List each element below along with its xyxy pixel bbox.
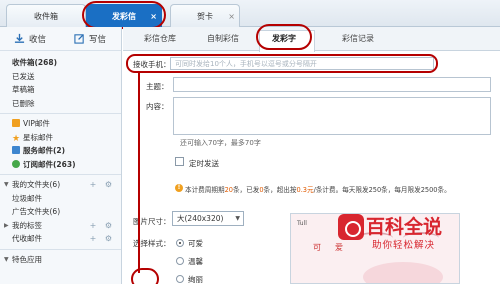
content-textarea[interactable] xyxy=(173,97,491,135)
watermark-subtitle: 助你轻松解决 xyxy=(372,240,436,251)
sidebar-item-inbox[interactable]: 收件箱(268) xyxy=(0,56,121,70)
sidebar-item-label: 订阅邮件(263) xyxy=(23,159,76,169)
sidebar-item-subscribe[interactable]: 订阅邮件(263) xyxy=(0,158,121,172)
sidebar-item-ads[interactable]: 广告文件夹(6) xyxy=(0,205,121,219)
sidebar: 收信 写信 收件箱(268) 已发送 草稿箱 已删除 VIP邮件 ★ 星标邮件 服… xyxy=(0,27,122,284)
tag-tools-icon[interactable]: + ⚙ xyxy=(90,219,115,233)
folder-tools-icon[interactable]: + ⚙ xyxy=(90,178,115,192)
vip-icon xyxy=(12,119,20,127)
edit-icon xyxy=(74,34,84,44)
sidebar-item-agent[interactable]: 代收邮件 + ⚙ xyxy=(0,232,121,246)
subject-input[interactable] xyxy=(173,77,491,92)
sidebar-item-my-tags[interactable]: ▶ 我的标签 + ⚙ xyxy=(0,219,121,233)
compose-row: 收信 写信 xyxy=(0,27,121,51)
subject-label: 主题： xyxy=(146,82,169,91)
sidebar-item-vip[interactable]: VIP邮件 xyxy=(0,117,121,131)
sidebar-item-apps[interactable]: ▼ 特色应用 xyxy=(0,253,121,267)
tab-inbox[interactable]: 收件箱 xyxy=(6,4,86,27)
style-radio-cute[interactable] xyxy=(176,239,184,247)
style-radio-warm[interactable] xyxy=(176,257,184,265)
annotation-circle xyxy=(82,1,166,29)
service-icon xyxy=(12,146,20,154)
signal-icon: Tull xyxy=(297,220,307,227)
sidebar-item-junk[interactable]: 垃圾邮件 xyxy=(0,192,121,206)
sidebar-item-drafts[interactable]: 草稿箱 xyxy=(0,83,121,97)
agent-tools-icon[interactable]: + ⚙ xyxy=(90,232,115,246)
top-tab-bar: 收件箱 发彩信 × 贺卡 × xyxy=(0,0,500,27)
sidebar-item-label: 星标邮件 xyxy=(23,132,53,142)
annotation-line xyxy=(138,73,140,273)
style-radio-label: 可爱 xyxy=(188,239,203,248)
sidebar-item-my-folders[interactable]: ▼ 我的文件夹(6) + ⚙ xyxy=(0,178,121,192)
char-counter: 还可输入70字，最多70字 xyxy=(180,139,261,147)
sidebar-item-label: 服务邮件(2) xyxy=(23,146,66,155)
tab-inbox-label: 收件箱 xyxy=(34,11,58,21)
close-icon[interactable]: × xyxy=(228,12,235,21)
chevron-right-icon[interactable]: ▶ xyxy=(4,219,9,233)
annotation-circle xyxy=(256,24,312,50)
sidebar-item-deleted[interactable]: 已删除 xyxy=(0,97,121,111)
billing-notice: 本计费周期期20条，已发0条，超出按0.3元/条计费。每天限发250条，每月限发… xyxy=(185,186,451,194)
receive-button[interactable]: 收信 xyxy=(0,30,60,48)
sidebar-item-label: 我的标签 xyxy=(12,220,42,230)
timed-send-label: 定时发送 xyxy=(189,159,219,168)
annotation-circle xyxy=(131,268,159,284)
tab-greeting-card-label: 贺卡 xyxy=(197,11,213,21)
info-icon: ! xyxy=(175,184,183,192)
star-icon: ★ xyxy=(12,133,21,144)
logo-icon xyxy=(338,214,364,240)
tab-diy-mms[interactable]: 自制彩信 xyxy=(207,33,239,44)
sidebar-item-label: 我的文件夹(6) xyxy=(12,180,61,189)
tab-mms-library[interactable]: 彩信仓库 xyxy=(144,33,176,44)
chevron-down-icon[interactable]: ▼ xyxy=(4,178,9,192)
style-radio-label: 绚丽 xyxy=(188,275,203,284)
preview-cheek xyxy=(363,262,443,283)
tab-mms-records[interactable]: 彩信记录 xyxy=(342,33,374,44)
sidebar-item-service[interactable]: 服务邮件(2) xyxy=(0,144,121,158)
watermark: 百科全说 助你轻松解决 xyxy=(338,210,498,258)
content-label: 内容： xyxy=(146,102,169,111)
write-label: 写信 xyxy=(88,34,106,45)
sidebar-item-label: 特色应用 xyxy=(12,254,42,264)
style-radio-label: 温馨 xyxy=(188,257,203,266)
annotation-circle xyxy=(126,54,438,73)
download-icon xyxy=(14,33,25,43)
write-button[interactable]: 写信 xyxy=(60,30,120,48)
timed-send-checkbox[interactable] xyxy=(175,157,184,166)
image-size-select[interactable]: 大(240x320) ▼ xyxy=(172,211,244,226)
image-size-value: 大(240x320) xyxy=(177,214,224,223)
watermark-title: 百科全说 xyxy=(366,216,443,238)
style-radio-gorgeous[interactable] xyxy=(176,275,184,283)
sidebar-item-starred[interactable]: ★ 星标邮件 xyxy=(0,131,121,145)
receive-label: 收信 xyxy=(28,34,46,45)
subscribe-icon xyxy=(12,159,20,168)
sidebar-item-label: VIP邮件 xyxy=(23,119,50,128)
tab-greeting-card[interactable]: 贺卡 × xyxy=(170,4,240,27)
sidebar-item-sent[interactable]: 已发送 xyxy=(0,70,121,84)
chevron-down-icon: ▼ xyxy=(235,215,240,222)
sidebar-item-label: 代收邮件 xyxy=(12,234,42,243)
chevron-down-icon[interactable]: ▼ xyxy=(4,253,9,267)
